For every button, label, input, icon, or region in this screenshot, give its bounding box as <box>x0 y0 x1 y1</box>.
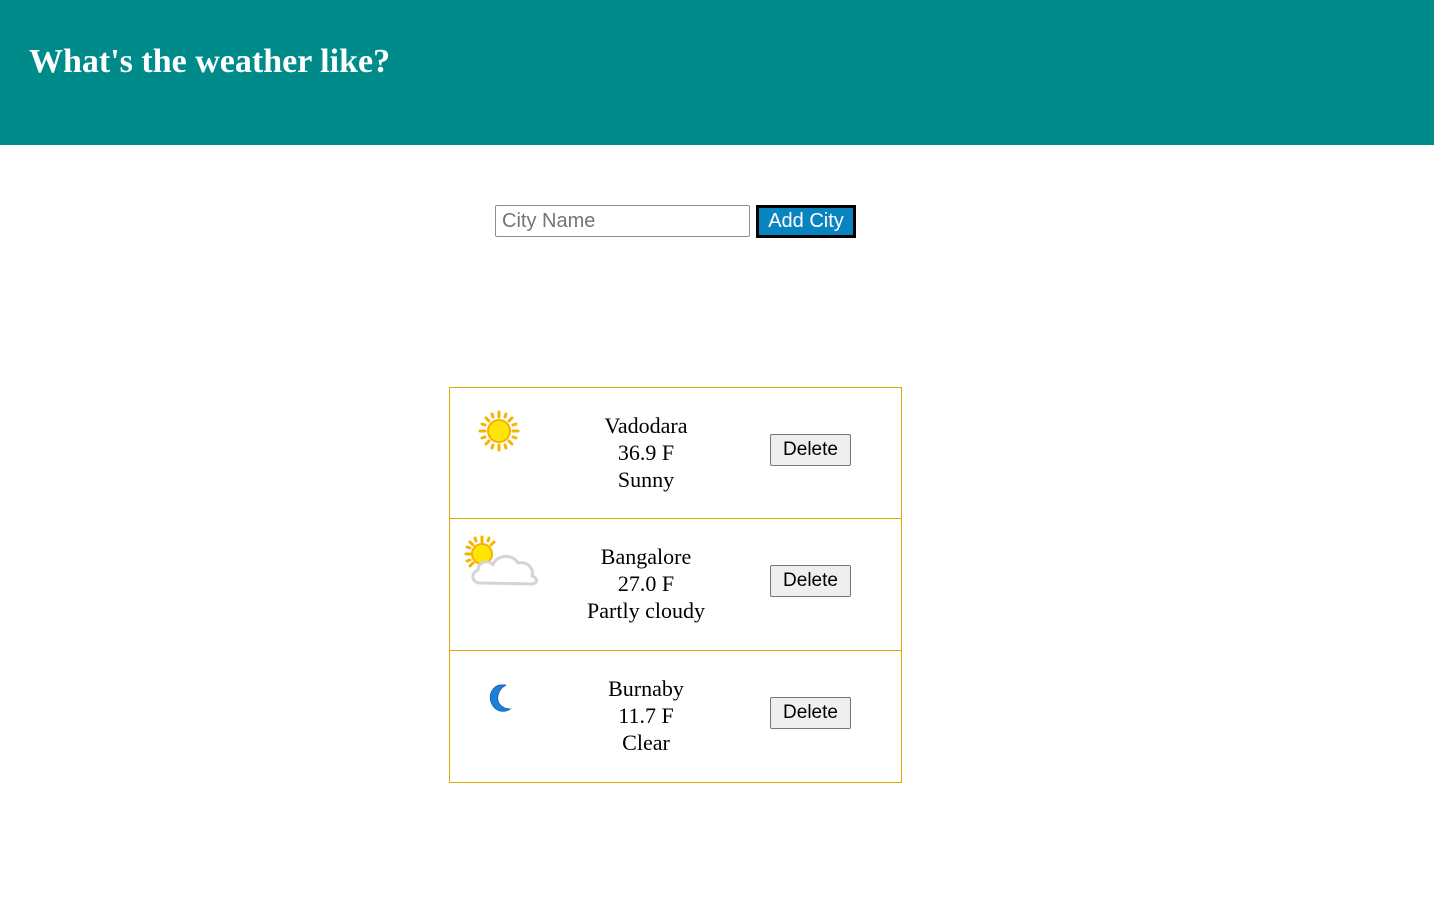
condition: Clear <box>622 730 670 755</box>
weather-info: Bangalore 27.0 F Partly cloudy <box>560 543 732 624</box>
page-title: What's the weather like? <box>29 43 391 80</box>
city-name: Vadodara <box>604 413 688 438</box>
temperature: 11.7 F <box>618 703 674 728</box>
partly-cloudy-icon <box>464 535 538 586</box>
sun-icon <box>478 410 520 452</box>
condition: Partly cloudy <box>587 598 705 623</box>
delete-button[interactable]: Delete <box>770 434 851 466</box>
delete-button[interactable]: Delete <box>770 565 851 597</box>
weather-list: Vadodara 36.9 F Sunny Delete Bangalore 2… <box>449 387 902 783</box>
city-name: Bangalore <box>600 544 692 569</box>
delete-button[interactable]: Delete <box>770 697 851 729</box>
weather-info: Vadodara 36.9 F Sunny <box>560 412 732 493</box>
temperature: 27.0 F <box>617 571 675 596</box>
add-city-button[interactable]: Add City <box>756 205 856 238</box>
weather-card: Bangalore 27.0 F Partly cloudy Delete <box>449 519 902 651</box>
weather-card: Vadodara 36.9 F Sunny Delete <box>449 387 902 519</box>
city-name: Burnaby <box>608 676 684 701</box>
city-name-input[interactable] <box>495 205 750 237</box>
temperature: 36.9 F <box>617 440 675 465</box>
condition: Sunny <box>617 467 675 492</box>
moon-icon <box>489 684 512 712</box>
weather-info: Burnaby 11.7 F Clear <box>560 675 732 756</box>
page-header: What's the weather like? <box>0 0 1434 145</box>
weather-card: Burnaby 11.7 F Clear Delete <box>449 651 902 783</box>
